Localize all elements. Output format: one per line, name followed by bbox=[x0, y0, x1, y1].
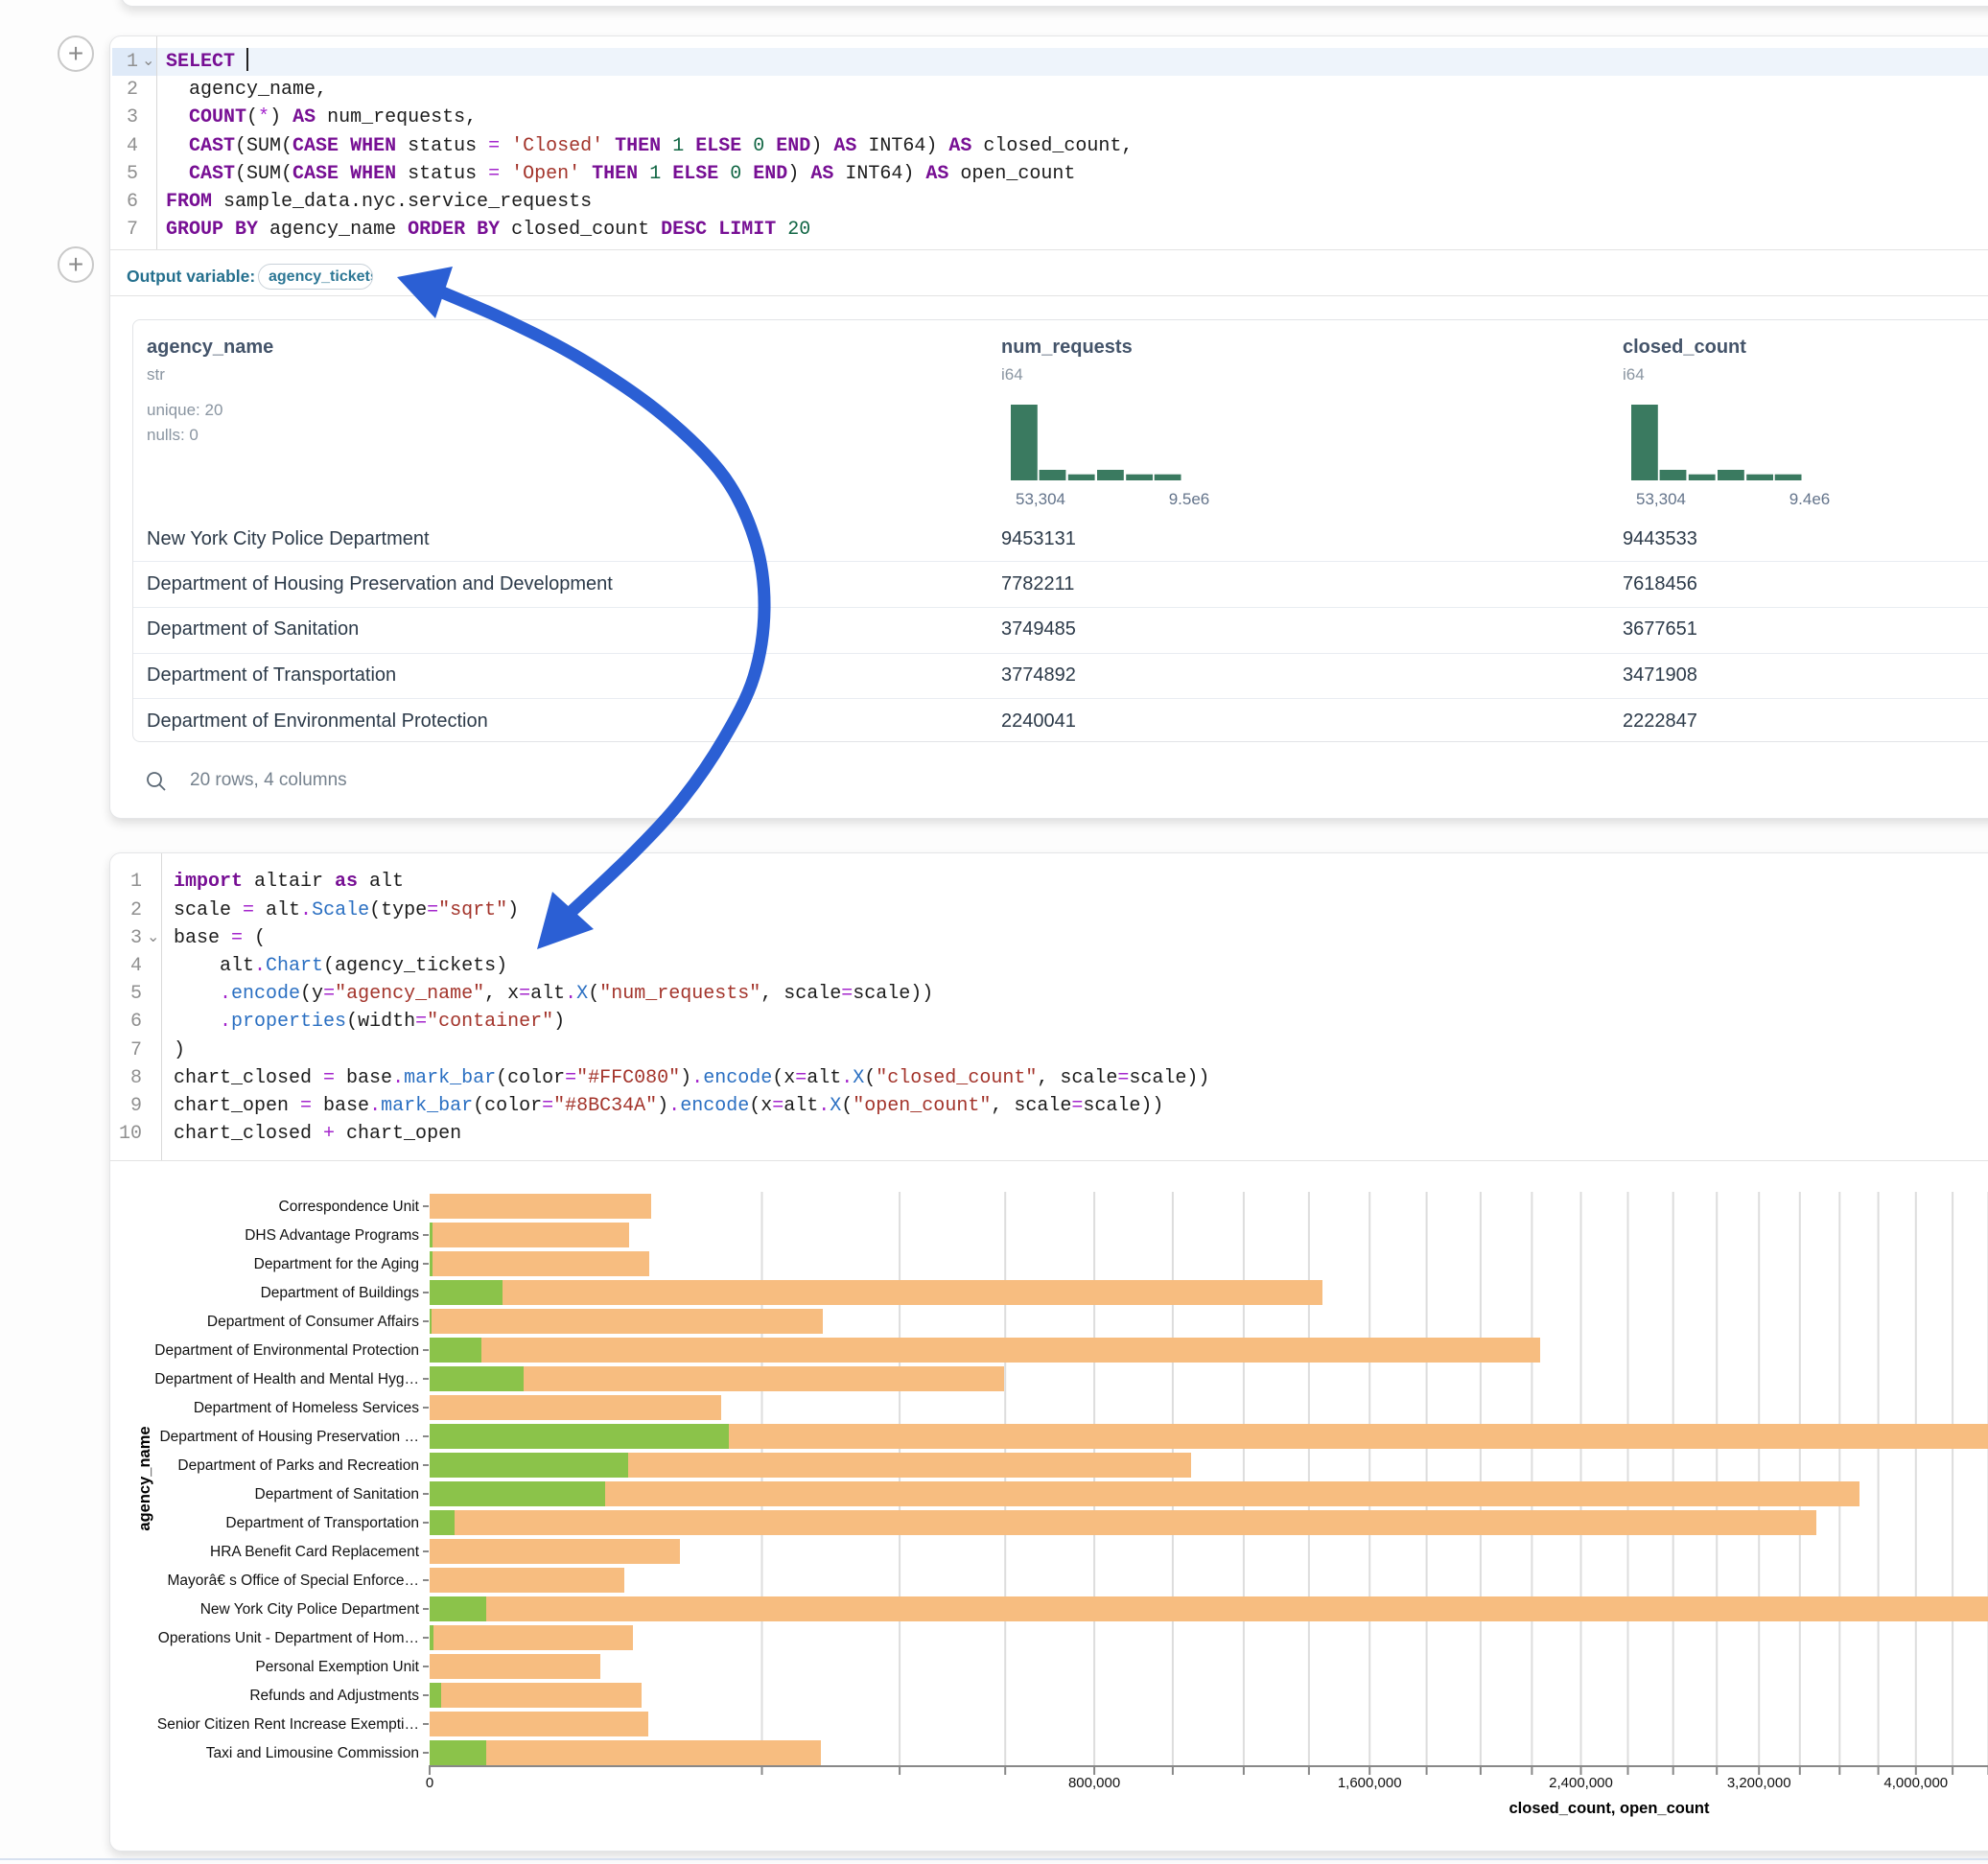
svg-text:Department of Transportation: Department of Transportation bbox=[225, 1515, 419, 1531]
svg-text:2,400,000: 2,400,000 bbox=[1549, 1775, 1613, 1791]
svg-text:New York City Police Departmen: New York City Police Department bbox=[200, 1601, 420, 1618]
svg-text:Department of Buildings: Department of Buildings bbox=[261, 1285, 420, 1301]
svg-text:Department of Health and Menta: Department of Health and Mental Hyg… bbox=[154, 1371, 419, 1387]
svg-text:agency_name: agency_name bbox=[136, 1426, 153, 1530]
svg-text:53,304: 53,304 bbox=[1636, 490, 1686, 508]
svg-text:4,000,000: 4,000,000 bbox=[1883, 1775, 1948, 1791]
svg-text:Refunds and Adjustments: Refunds and Adjustments bbox=[249, 1688, 419, 1704]
svg-text:Department of Consumer Affairs: Department of Consumer Affairs bbox=[207, 1314, 419, 1330]
svg-text:0: 0 bbox=[426, 1775, 433, 1791]
svg-text:Department of Homeless Service: Department of Homeless Services bbox=[194, 1400, 419, 1416]
svg-text:3,200,000: 3,200,000 bbox=[1727, 1775, 1791, 1791]
svg-text:Department of Parks and Recrea: Department of Parks and Recreation bbox=[177, 1457, 419, 1474]
svg-text:DHS Advantage Programs: DHS Advantage Programs bbox=[245, 1227, 419, 1244]
svg-text:HRA Benefit Card Replacement: HRA Benefit Card Replacement bbox=[210, 1544, 420, 1560]
svg-text:Senior Citizen Rent Increase E: Senior Citizen Rent Increase Exempti… bbox=[157, 1716, 419, 1733]
svg-text:1,600,000: 1,600,000 bbox=[1338, 1775, 1402, 1791]
svg-text:Personal Exemption Unit: Personal Exemption Unit bbox=[255, 1659, 419, 1675]
svg-text:Mayorâ€ s Office of Special En: Mayorâ€ s Office of Special Enforce… bbox=[168, 1573, 419, 1589]
svg-text:Department for the Aging: Department for the Aging bbox=[254, 1256, 419, 1272]
svg-text:800,000: 800,000 bbox=[1068, 1775, 1120, 1791]
svg-text:Department of Housing Preserva: Department of Housing Preservation … bbox=[159, 1429, 419, 1445]
svg-text:9.4e6: 9.4e6 bbox=[1789, 490, 1831, 508]
svg-text:closed_count, open_count: closed_count, open_count bbox=[1509, 1800, 1710, 1817]
svg-text:Department of Environmental Pr: Department of Environmental Protection bbox=[154, 1342, 419, 1359]
svg-text:Department of Sanitation: Department of Sanitation bbox=[255, 1486, 419, 1503]
svg-text:9.5e6: 9.5e6 bbox=[1169, 490, 1210, 508]
svg-text:Correspondence Unit: Correspondence Unit bbox=[279, 1199, 420, 1215]
svg-text:53,304: 53,304 bbox=[1016, 490, 1065, 508]
svg-text:Taxi and Limousine Commission: Taxi and Limousine Commission bbox=[206, 1745, 419, 1761]
svg-text:Operations Unit - Department o: Operations Unit - Department of Hom… bbox=[158, 1630, 419, 1646]
